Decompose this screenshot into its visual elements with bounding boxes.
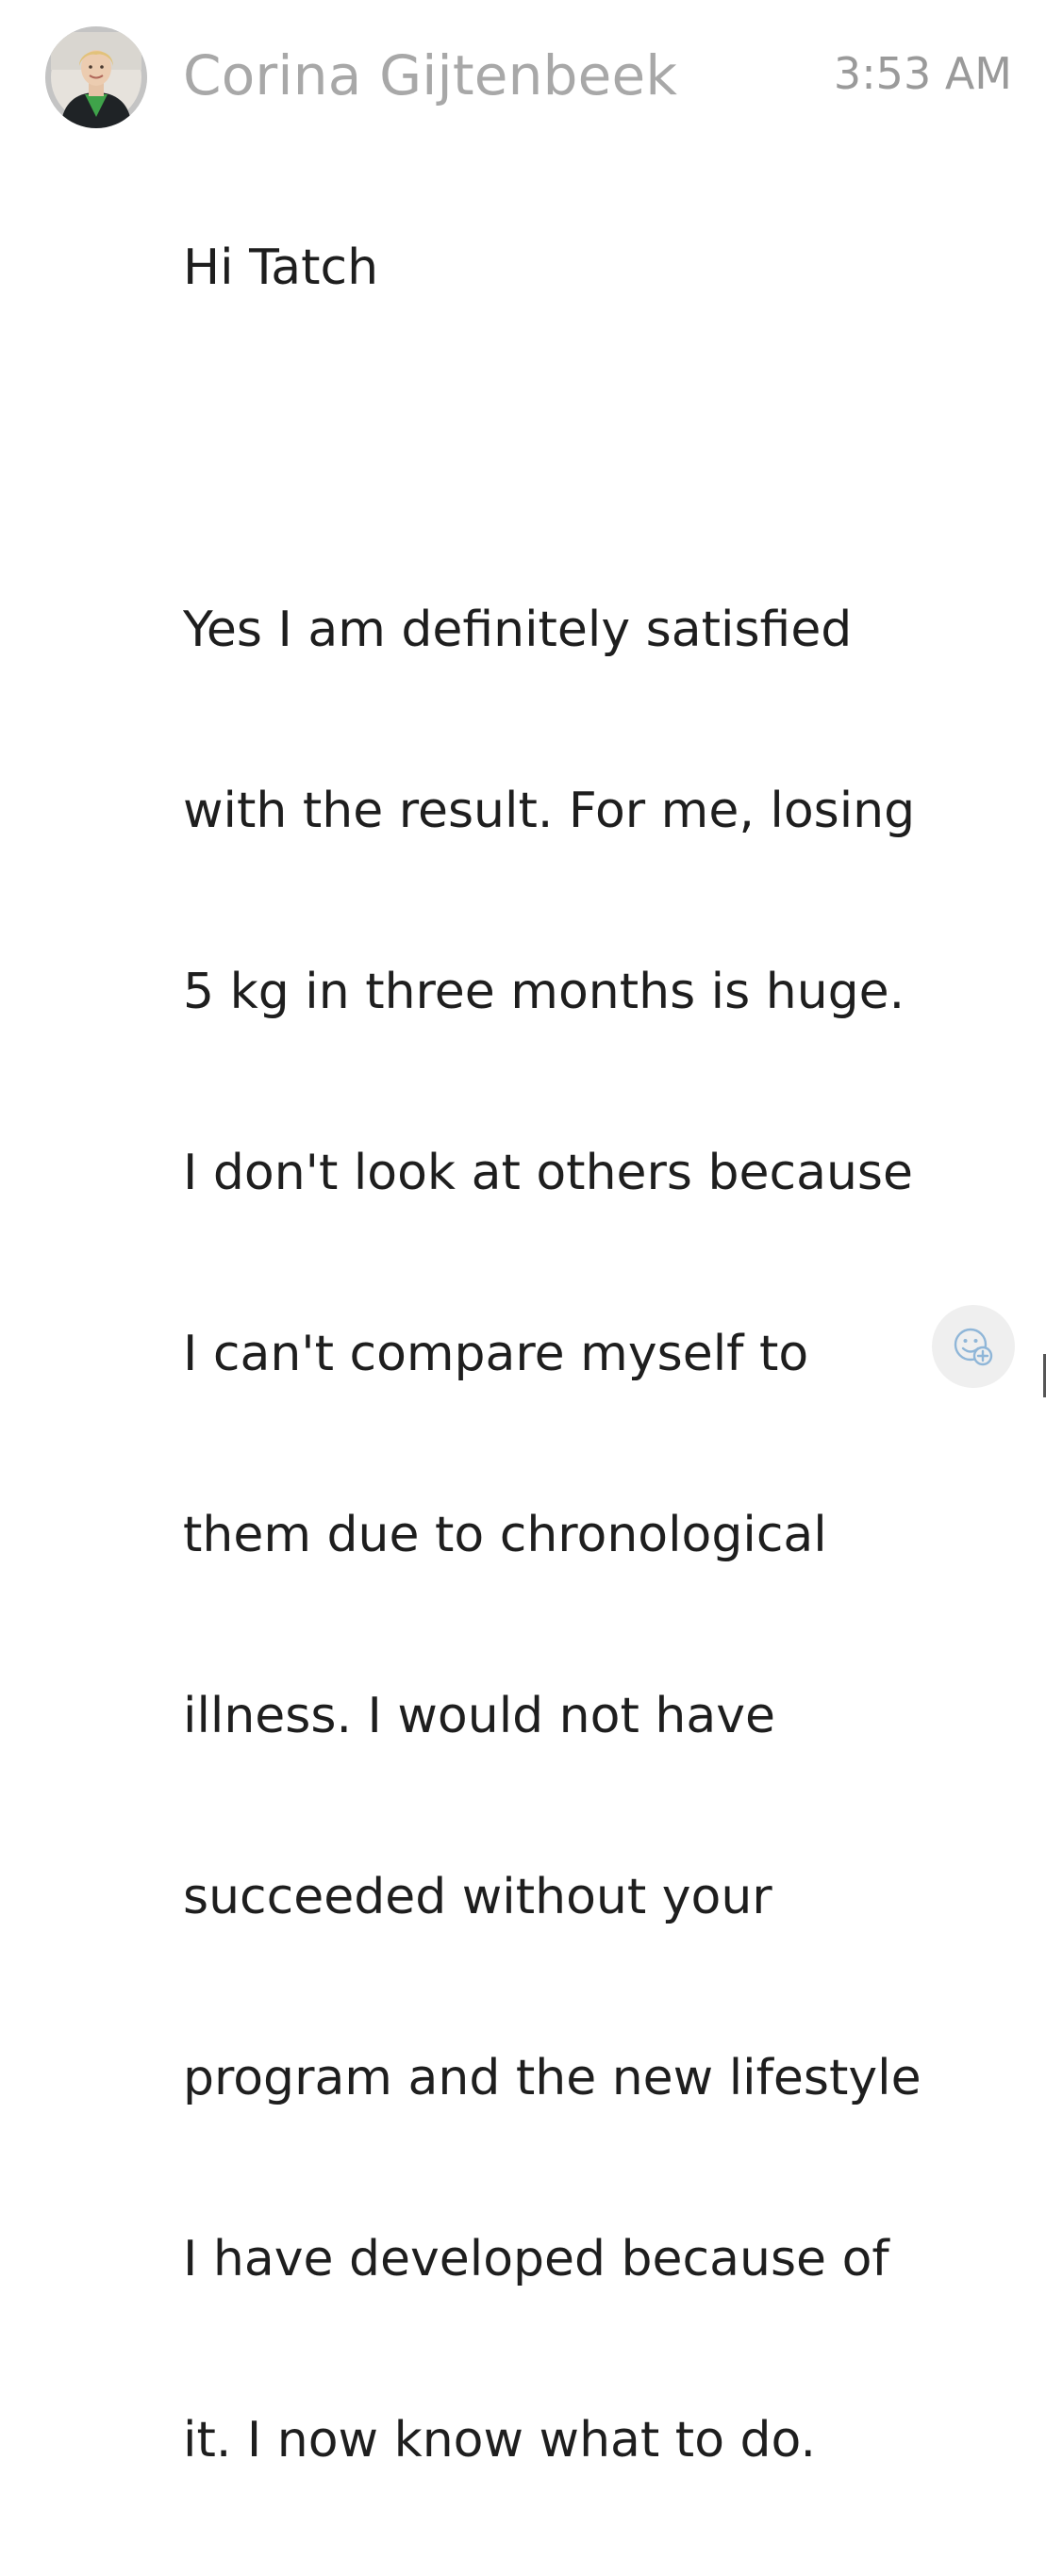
message-line: I don't look at others because [183, 1145, 914, 1201]
message-line: them due to chronological [183, 1507, 827, 1563]
message-line: I can't compare myself to [183, 1326, 809, 1382]
message-line: I have developed because of [183, 2231, 889, 2287]
message-line: program and the new lifestyle [183, 2050, 921, 2106]
add-reaction-icon [954, 1328, 993, 1366]
add-reaction-button[interactable] [932, 1305, 1015, 1388]
message-line: with the result. For me, losing [183, 783, 916, 839]
chat-message: Corina Gijtenbeek 3:53 AM Hi Tatch Yes I… [0, 0, 1046, 2469]
message-line: succeeded without your [183, 1869, 772, 1925]
message-line: illness. I would not have [183, 1688, 775, 1744]
message-line: 5 kg in three months is huge. [183, 964, 905, 1020]
sender-name[interactable]: Corina Gijtenbeek [183, 41, 677, 109]
message-body: Hi Tatch Yes I am definitely satisfied w… [183, 132, 1022, 2576]
avatar[interactable] [45, 26, 147, 128]
message-line: Yes I am definitely satisfied [183, 602, 853, 658]
message-greeting: Hi Tatch [183, 239, 379, 296]
message-line: it. I now know what to do. [183, 2412, 816, 2469]
avatar-photo [45, 26, 147, 128]
message-timestamp: 3:53 AM [833, 48, 1012, 99]
